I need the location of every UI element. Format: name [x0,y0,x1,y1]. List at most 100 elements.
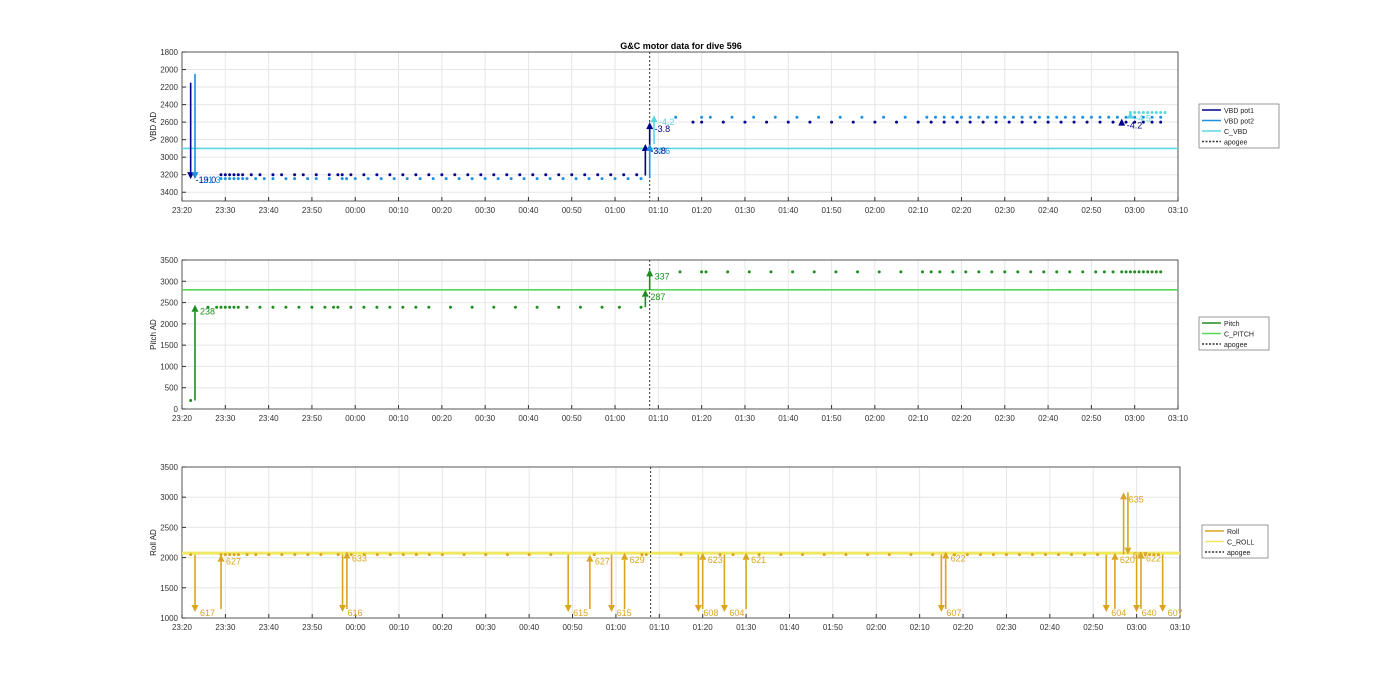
y-tick-label: 0 [174,405,179,414]
data-point [779,553,783,557]
figure-canvas: G&C motor data for dive 596 23:20 23:30 23… [149,41,1280,632]
data-point [990,270,994,274]
data-point [1007,120,1011,124]
data-point [236,305,240,309]
x-tick-label: 01:30 [736,623,757,632]
data-point [570,173,574,177]
data-point [228,305,232,309]
data-point [1083,553,1087,557]
data-point [401,305,405,309]
data-point [336,553,340,557]
data-point [1011,115,1015,119]
data-point [830,120,834,124]
data-point [1017,553,1021,557]
legend-entry: apogee [1227,550,1250,557]
x-tick-label: 00:20 [432,414,453,423]
data-point [414,173,418,177]
data-point [1057,553,1061,557]
data-point [535,177,539,181]
data-point [583,173,587,177]
arrow-label: 623 [708,555,723,565]
x-tick-label: 00:00 [345,206,366,215]
data-point [388,173,392,177]
legend-entry: Roll [1227,529,1240,536]
data-point [968,120,972,124]
data-point [899,270,903,274]
x-tick-label: 01:10 [648,414,669,423]
data-point [600,177,604,181]
data-point [280,173,284,177]
data-point [1055,270,1059,274]
data-point [1003,115,1007,119]
plot-area [182,52,1178,201]
data-point [574,177,578,181]
data-point [549,553,553,557]
data-point [245,177,249,181]
data-point [401,173,405,177]
data-point [1150,115,1154,119]
legend-entry: apogee [1224,342,1247,349]
data-point [978,553,982,557]
data-point [1029,270,1033,274]
data-point [241,173,245,177]
data-point [262,177,266,181]
legend-entry: VBD pot1 [1224,108,1254,115]
data-point [245,305,249,309]
x-tick-label: 03:00 [1125,414,1146,423]
data-point [1094,270,1098,274]
data-point [691,120,695,124]
data-point [522,177,526,181]
data-point [959,115,963,119]
y-tick-label: 2000 [160,554,178,563]
legend-roll: Roll C_ROLLapogee [1201,524,1269,559]
data-point [1098,115,1102,119]
data-point [427,553,431,557]
legend-entry: Pitch [1224,321,1240,328]
x-tick-label: 02:50 [1083,623,1104,632]
data-point [345,177,349,181]
data-point [1081,270,1085,274]
data-point [418,177,422,181]
data-point [909,553,913,557]
data-point [639,177,643,181]
data-point [765,120,769,124]
data-point [817,115,821,119]
data-point [938,270,942,274]
data-point [1059,120,1063,124]
data-point [310,305,314,309]
data-point [873,120,877,124]
x-tick-label: 02:20 [951,206,972,215]
data-point [236,177,240,181]
data-point [942,120,946,124]
data-point [284,177,288,181]
x-tick-label: 00:40 [518,414,539,423]
data-point [513,305,517,309]
data-point [1154,270,1158,274]
data-point [293,173,297,177]
data-point [708,115,712,119]
data-point [254,553,258,557]
x-tick-label: 02:00 [866,623,887,632]
x-tick-label: 00:40 [518,206,539,215]
data-point [388,305,392,309]
x-tick-label: 02:30 [995,206,1016,215]
x-tick-label: 01:10 [649,623,670,632]
y-tick-label: 3000 [160,153,178,162]
x-tick-label: 01:30 [735,206,756,215]
data-point [505,173,509,177]
data-point [1046,120,1050,124]
data-point [747,270,751,274]
x-tick-label: 00:30 [475,206,496,215]
data-point [700,120,704,124]
x-tick-label: 01:50 [822,414,843,423]
data-point [362,305,366,309]
data-point [1159,110,1163,114]
x-tick-label: 02:10 [910,623,931,632]
pitch-panel: 23:20 23:30 23:40 23:50 00:00 00:10 00:20 00:30… [149,256,1270,423]
arrow-label: 604 [1111,608,1126,618]
data-point [375,305,379,309]
data-point [375,173,379,177]
data-point [1102,270,1106,274]
data-point [405,177,409,181]
x-tick-label: 00:10 [389,623,410,632]
